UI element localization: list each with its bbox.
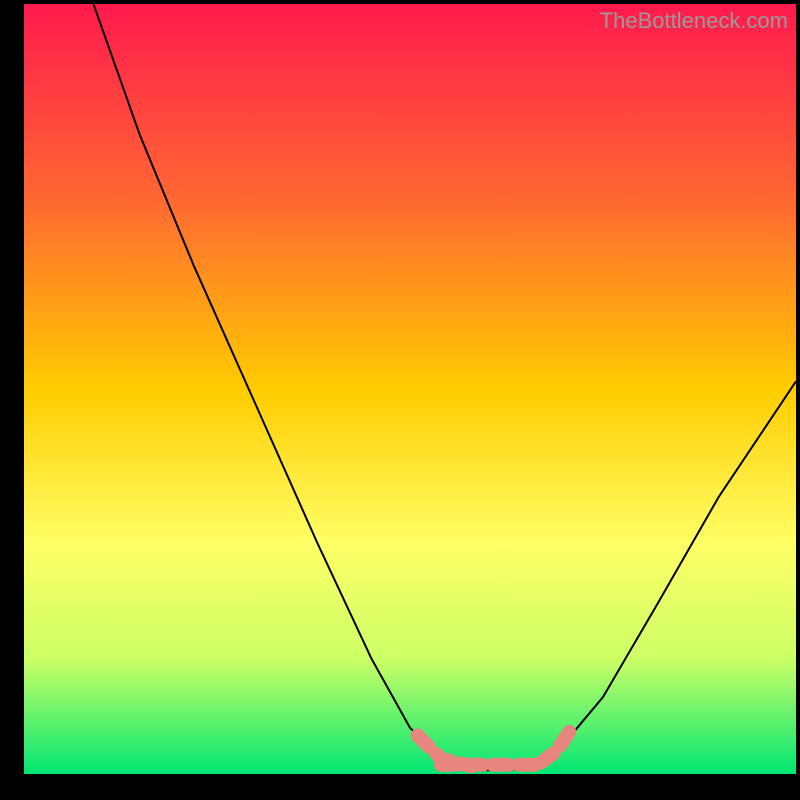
bottleneck-chart	[0, 0, 800, 800]
watermark-text: TheBottleneck.com	[600, 8, 788, 34]
gradient-background	[24, 4, 796, 774]
chart-container: TheBottleneck.com	[0, 0, 800, 800]
